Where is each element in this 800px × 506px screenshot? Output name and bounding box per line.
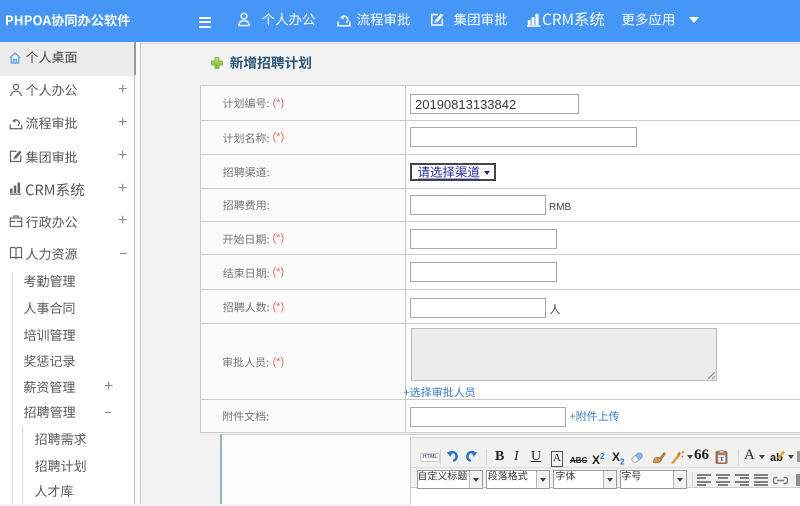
svg-text:T: T [720, 456, 725, 463]
